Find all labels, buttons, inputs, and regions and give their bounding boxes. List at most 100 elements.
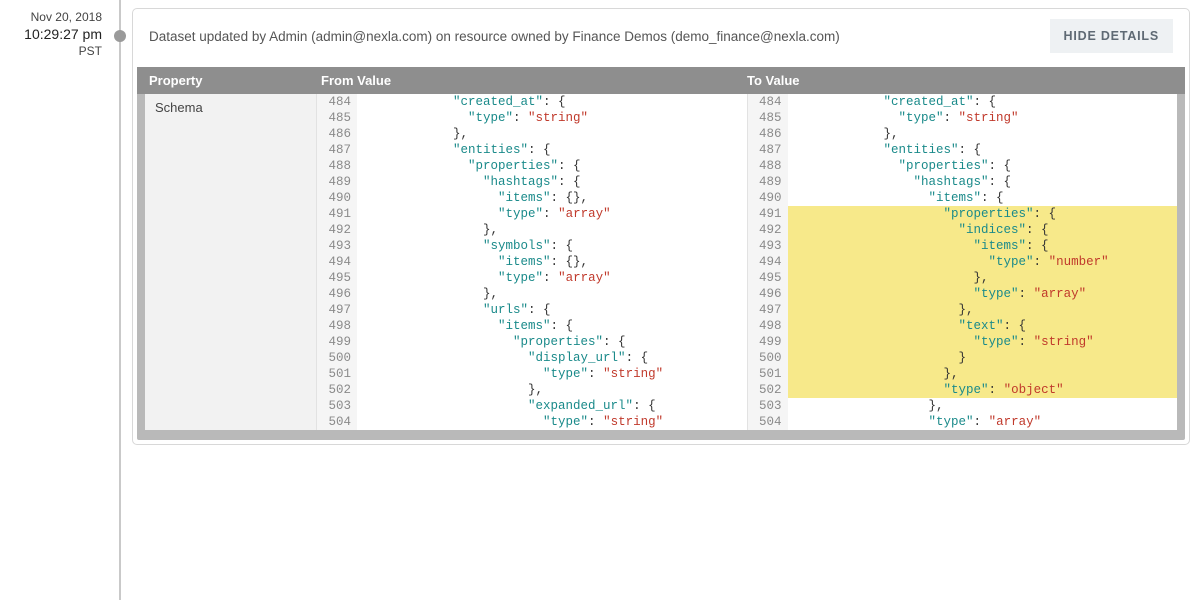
line-number: 486 bbox=[748, 126, 788, 142]
line-content: "properties": { bbox=[824, 206, 1178, 222]
line-number: 496 bbox=[317, 286, 357, 302]
line-content: "created_at": { bbox=[824, 94, 1178, 110]
line-number: 504 bbox=[317, 414, 357, 430]
line-content: }, bbox=[824, 302, 1178, 318]
line-content: "hashtags": { bbox=[824, 174, 1178, 190]
line-content: }, bbox=[824, 366, 1178, 382]
code-line: 501 }, bbox=[748, 366, 1178, 382]
indent-guides bbox=[788, 286, 824, 302]
line-number: 503 bbox=[748, 398, 788, 414]
line-content: "type": "string" bbox=[393, 110, 747, 126]
code-line: 484 "created_at": { bbox=[748, 94, 1178, 110]
indent-guides bbox=[788, 110, 824, 126]
indent-guides bbox=[788, 190, 824, 206]
line-content: "type": "object" bbox=[824, 382, 1178, 398]
indent-guides bbox=[357, 334, 393, 350]
code-line: 494 "type": "number" bbox=[748, 254, 1178, 270]
code-line: 499 "type": "string" bbox=[748, 334, 1178, 350]
property-label: Schema bbox=[145, 94, 317, 430]
code-line: 503 }, bbox=[748, 398, 1178, 414]
line-number: 490 bbox=[317, 190, 357, 206]
line-content: "text": { bbox=[824, 318, 1178, 334]
code-line: 502 }, bbox=[317, 382, 747, 398]
diff-container: Property From Value To Value Schema 484 … bbox=[137, 67, 1185, 440]
line-number: 485 bbox=[317, 110, 357, 126]
code-line: 503 "expanded_url": { bbox=[317, 398, 747, 414]
event-card: Dataset updated by Admin (admin@nexla.co… bbox=[132, 8, 1190, 445]
line-content: "properties": { bbox=[393, 158, 747, 174]
line-number: 489 bbox=[748, 174, 788, 190]
line-number: 499 bbox=[317, 334, 357, 350]
indent-guides bbox=[788, 302, 824, 318]
code-line: 490 "items": {}, bbox=[317, 190, 747, 206]
code-line: 485 "type": "string" bbox=[748, 110, 1178, 126]
line-content: "indices": { bbox=[824, 222, 1178, 238]
line-number: 493 bbox=[748, 238, 788, 254]
code-line: 487 "entities": { bbox=[317, 142, 747, 158]
line-number: 497 bbox=[317, 302, 357, 318]
code-line: 500 } bbox=[748, 350, 1178, 366]
indent-guides bbox=[788, 238, 824, 254]
code-line: 487 "entities": { bbox=[748, 142, 1178, 158]
code-line: 492 }, bbox=[317, 222, 747, 238]
indent-guides bbox=[357, 206, 393, 222]
indent-guides bbox=[788, 94, 824, 110]
code-line: 488 "properties": { bbox=[317, 158, 747, 174]
line-content: }, bbox=[824, 270, 1178, 286]
line-content: "type": "number" bbox=[824, 254, 1178, 270]
code-line: 486 }, bbox=[317, 126, 747, 142]
line-number: 498 bbox=[317, 318, 357, 334]
code-line: 498 "items": { bbox=[317, 318, 747, 334]
line-number: 495 bbox=[317, 270, 357, 286]
code-line: 489 "hashtags": { bbox=[748, 174, 1178, 190]
indent-guides bbox=[357, 350, 393, 366]
indent-guides bbox=[788, 142, 824, 158]
line-number: 494 bbox=[317, 254, 357, 270]
indent-guides bbox=[788, 254, 824, 270]
line-number: 490 bbox=[748, 190, 788, 206]
header-property: Property bbox=[149, 73, 321, 88]
code-line: 492 "indices": { bbox=[748, 222, 1178, 238]
code-line: 488 "properties": { bbox=[748, 158, 1178, 174]
line-number: 496 bbox=[748, 286, 788, 302]
code-line: 485 "type": "string" bbox=[317, 110, 747, 126]
line-content: }, bbox=[393, 126, 747, 142]
line-content: }, bbox=[824, 398, 1178, 414]
line-number: 484 bbox=[317, 94, 357, 110]
from-value-pane[interactable]: 484 "created_at": {485 "type": "string"4… bbox=[317, 94, 748, 430]
line-content: "symbols": { bbox=[393, 238, 747, 254]
code-line: 500 "display_url": { bbox=[317, 350, 747, 366]
line-number: 484 bbox=[748, 94, 788, 110]
code-line: 491 "type": "array" bbox=[317, 206, 747, 222]
code-line: 504 "type": "array" bbox=[748, 414, 1178, 430]
line-number: 487 bbox=[317, 142, 357, 158]
line-content: "urls": { bbox=[393, 302, 747, 318]
indent-guides bbox=[788, 350, 824, 366]
code-line: 489 "hashtags": { bbox=[317, 174, 747, 190]
line-content: "type": "array" bbox=[393, 206, 747, 222]
code-line: 494 "items": {}, bbox=[317, 254, 747, 270]
code-line: 496 "type": "array" bbox=[748, 286, 1178, 302]
code-line: 501 "type": "string" bbox=[317, 366, 747, 382]
line-content: "entities": { bbox=[393, 142, 747, 158]
indent-guides bbox=[357, 174, 393, 190]
line-number: 504 bbox=[748, 414, 788, 430]
line-number: 502 bbox=[317, 382, 357, 398]
to-value-pane[interactable]: 484 "created_at": {485 "type": "string"4… bbox=[748, 94, 1178, 430]
indent-guides bbox=[357, 398, 393, 414]
line-content: }, bbox=[824, 126, 1178, 142]
indent-guides bbox=[357, 270, 393, 286]
indent-guides bbox=[788, 222, 824, 238]
line-content: "created_at": { bbox=[393, 94, 747, 110]
indent-guides bbox=[788, 366, 824, 382]
line-content: "type": "string" bbox=[824, 334, 1178, 350]
indent-guides bbox=[357, 366, 393, 382]
timeline-rail bbox=[119, 0, 121, 600]
diff-header-row: Property From Value To Value bbox=[137, 67, 1185, 94]
line-content: "hashtags": { bbox=[393, 174, 747, 190]
hide-details-button[interactable]: HIDE DETAILS bbox=[1050, 19, 1173, 53]
line-content: }, bbox=[393, 382, 747, 398]
line-content: "properties": { bbox=[393, 334, 747, 350]
event-time: 10:29:27 pm bbox=[0, 26, 102, 42]
line-number: 486 bbox=[317, 126, 357, 142]
